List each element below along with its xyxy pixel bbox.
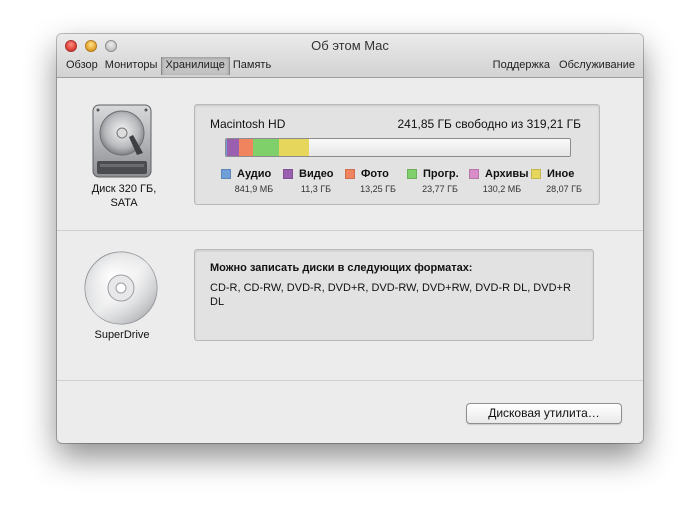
- optical-disc-icon: [83, 250, 159, 326]
- legend-size: 13,25 ГБ: [360, 184, 396, 194]
- legend-swatch: [531, 169, 541, 179]
- legend-size: 841,9 МБ: [234, 184, 274, 194]
- volume-name: Macintosh HD: [210, 117, 286, 131]
- legend-label: Иное: [547, 168, 575, 180]
- hard-drive-icon: [89, 103, 155, 181]
- tab-displays[interactable]: Мониторы: [102, 57, 162, 75]
- tab-service[interactable]: Обслуживание: [559, 57, 635, 75]
- storage-usage-bar: [225, 138, 571, 157]
- formats-heading: Можно записать диски в следующих формата…: [210, 262, 473, 274]
- legend-size: 130,2 МБ: [482, 184, 522, 194]
- legend-label: Прогр.: [423, 168, 459, 180]
- storage-panel: Macintosh HD 241,85 ГБ свободно из 319,2…: [194, 104, 600, 205]
- section-divider: [57, 230, 643, 231]
- legend-swatch: [469, 169, 479, 179]
- usage-segment: [239, 139, 254, 156]
- tab-bar-right: Поддержка Обслуживание: [493, 57, 635, 75]
- tab-bar-left: Обзор Мониторы Хранилище Память: [63, 57, 275, 75]
- tab-support[interactable]: Поддержка: [493, 57, 550, 75]
- legend-label: Архивы: [485, 168, 529, 180]
- legend-swatch: [407, 169, 417, 179]
- disk-label: Диск 320 ГБ, SATA: [91, 183, 157, 209]
- legend-swatch: [221, 169, 231, 179]
- free-space-text: 241,85 ГБ свободно из 319,21 ГБ: [397, 117, 581, 131]
- legend-label: Видео: [299, 168, 334, 180]
- usage-segment: [226, 139, 240, 156]
- window-title: Об этом Mac: [311, 38, 389, 53]
- formats-list: CD-R, CD-RW, DVD-R, DVD+R, DVD-RW, DVD+R…: [210, 282, 571, 308]
- usage-segment: [279, 139, 310, 156]
- footer-divider: [57, 380, 643, 381]
- usage-segment: [253, 139, 279, 156]
- formats-panel: Можно записать диски в следующих формата…: [194, 249, 594, 341]
- superdrive-label: SuperDrive: [94, 329, 150, 341]
- tab-memory[interactable]: Память: [230, 57, 275, 75]
- title-bar: Об этом Mac Обзор Мониторы Хранилище Пам…: [57, 34, 643, 78]
- legend-label: Аудио: [237, 168, 272, 180]
- legend-swatch: [283, 169, 293, 179]
- legend-size: 23,77 ГБ: [422, 184, 458, 194]
- legend-size: 28,07 ГБ: [546, 184, 582, 194]
- tab-overview[interactable]: Обзор: [63, 57, 102, 75]
- tab-storage[interactable]: Хранилище: [161, 57, 230, 75]
- legend-swatch: [345, 169, 355, 179]
- legend-size: 11,3 ГБ: [300, 184, 332, 194]
- disk-utility-button[interactable]: Дисковая утилита…: [466, 403, 622, 424]
- storage-legend: Аудио 841,9 МБ Видео 11,3 ГБ Фото 13,25 ГБ Про…: [221, 168, 582, 202]
- legend-item: Иное 28,07 ГБ: [531, 168, 603, 194]
- about-this-mac-window: Об этом Mac Обзор Мониторы Хранилище Пам…: [57, 34, 643, 443]
- legend-label: Фото: [361, 168, 389, 180]
